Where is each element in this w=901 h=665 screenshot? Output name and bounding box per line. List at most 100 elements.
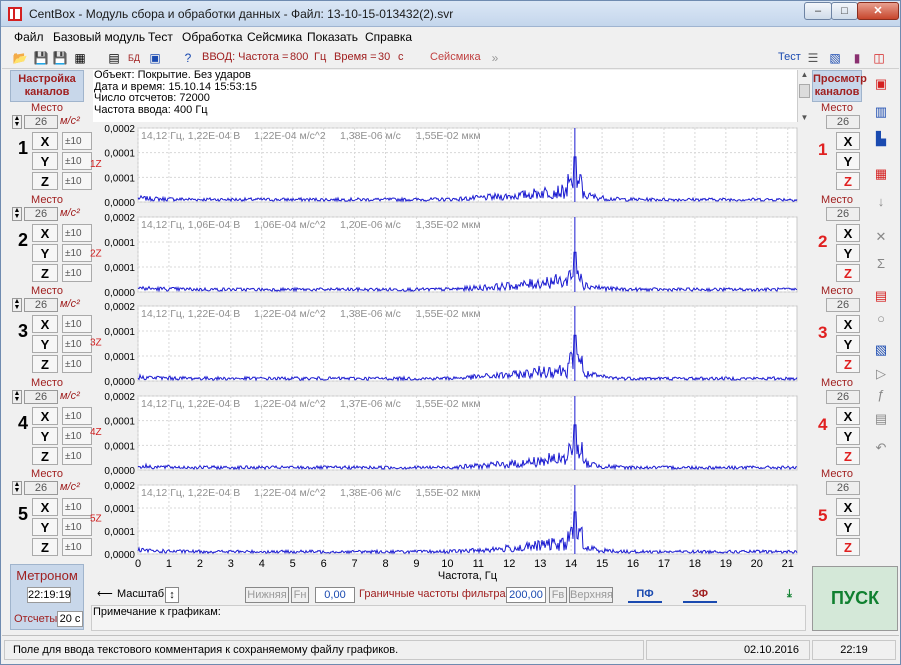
report-icon[interactable]: ▤	[867, 408, 895, 430]
x-tick-label: 20	[751, 558, 763, 570]
cursor-readout: 1,06E-04 м/с^2	[254, 219, 326, 231]
cursor-readout: 1,55E-02 мкм	[416, 398, 481, 410]
spectrum-icon[interactable]: ▥	[867, 101, 895, 123]
cursor-readout: 14,12 Гц, 1,22E-04 В	[141, 130, 240, 142]
view-z-button[interactable]: Z	[836, 538, 860, 556]
series-label: 3Z	[90, 338, 102, 349]
scale-vertical-icon[interactable]: ↕	[165, 587, 179, 603]
view-y-button[interactable]: Y	[836, 427, 860, 445]
channel-view-3: Место 26 3 X Y Z	[812, 285, 862, 375]
y-tick-label: 0,0001	[104, 149, 135, 160]
series-label: 2Z	[90, 249, 102, 260]
x-tick-label: 10	[441, 558, 453, 570]
view-place-value: 26	[826, 207, 860, 221]
lower-freq-field[interactable]: 0,00	[315, 587, 355, 603]
zero-icon[interactable]: ○	[867, 308, 895, 330]
bandstop-filter-button[interactable]: ЗФ	[683, 587, 717, 603]
histogram-icon[interactable]: ▙	[867, 128, 895, 150]
view-channel-number: 4	[818, 415, 828, 434]
view-y-button[interactable]: Y	[836, 518, 860, 536]
download-icon[interactable]: ⤓	[787, 587, 792, 603]
x-tick-label: 9	[413, 558, 419, 570]
fv-button[interactable]: Fв	[549, 587, 567, 603]
x-tick-label: 11	[473, 558, 484, 570]
x-tick-label: 21	[782, 558, 794, 570]
cursor-readout: 1,38E-06 м/с	[340, 130, 401, 142]
sum-icon[interactable]: Σ	[867, 253, 895, 275]
y-tick-label: 0,0000	[104, 466, 135, 477]
play-icon[interactable]: ▷	[867, 363, 895, 385]
x-tick-label: 0	[135, 558, 141, 570]
view-z-button[interactable]: Z	[836, 264, 860, 282]
y-tick-label: 0,0001	[104, 263, 135, 274]
bandpass-filter-button[interactable]: ПФ	[628, 587, 662, 603]
cursor-readout: 1,55E-02 мкм	[416, 130, 481, 142]
x-tick-label: 16	[627, 558, 639, 570]
cross-icon[interactable]: ✕	[867, 226, 895, 248]
upper-freq-field[interactable]: 200,00	[506, 587, 546, 603]
x-tick-label: 13	[534, 558, 546, 570]
y-tick-label: 0,0001	[104, 527, 135, 538]
boundary-label: Граничные частоты фильтра, Гц	[359, 588, 524, 600]
fn-button[interactable]: Fн	[291, 587, 309, 603]
status-text: Поле для ввода текстового комментария к …	[4, 640, 644, 660]
y-tick-label: 0,0002	[104, 124, 135, 135]
start-button[interactable]: ПУСК	[812, 566, 898, 631]
view-place-label: Место	[821, 102, 853, 114]
status-bar: Поле для ввода текстового комментария к …	[2, 635, 899, 663]
auto-scale-icon[interactable]: ▣	[867, 73, 895, 95]
view-z-button[interactable]: Z	[836, 355, 860, 373]
view-x-button[interactable]: X	[836, 407, 860, 425]
lower-button[interactable]: Нижняя	[245, 587, 289, 603]
cursor-readout: 1,22E-04 м/с^2	[254, 398, 326, 410]
filter-bar: ⟵ Масштаб ↕ Нижняя Fн 0,00 Граничные час…	[93, 585, 805, 605]
view-y-button[interactable]: Y	[836, 152, 860, 170]
y-tick-label: 0,0000	[104, 377, 135, 388]
x-tick-label: 4	[259, 558, 265, 570]
y-tick-label: 0,0001	[104, 327, 135, 338]
cursor-readout: 1,35E-02 мкм	[416, 219, 481, 231]
status-time: 22:19	[812, 640, 896, 660]
view-y-button[interactable]: Y	[836, 335, 860, 353]
scale-label: Масштаб	[117, 588, 165, 600]
y-tick-label: 0,0001	[104, 352, 135, 363]
x-tick-label: 2	[197, 558, 203, 570]
formula-icon[interactable]: ƒ	[867, 384, 895, 406]
cursor-readout: 1,20E-06 м/с	[340, 219, 401, 231]
x-tick-label: 12	[503, 558, 515, 570]
channel-view-1: Место 26 1 X Y Z	[812, 102, 862, 192]
y-tick-label: 0,0001	[104, 238, 135, 249]
filter-icon[interactable]: ▤	[867, 285, 895, 307]
scale-arrow-icon: ⟵	[97, 588, 113, 600]
view-y-button[interactable]: Y	[836, 244, 860, 262]
y-tick-label: 0,0001	[104, 173, 135, 184]
x-tick-label: 8	[382, 558, 388, 570]
cursor-readout: 1,55E-02 мкм	[416, 487, 481, 499]
series-label: 1Z	[90, 159, 102, 170]
view-z-button[interactable]: Z	[836, 172, 860, 190]
x-tick-label: 18	[689, 558, 701, 570]
view-z-button[interactable]: Z	[836, 447, 860, 465]
x-tick-label: 5	[290, 558, 296, 570]
x-tick-label: 3	[228, 558, 234, 570]
view-channel-number: 1	[818, 140, 828, 159]
cursor-readout: 14,12 Гц, 1,22E-04 В	[141, 308, 240, 320]
view-x-button[interactable]: X	[836, 224, 860, 242]
counts-field[interactable]: 20 с	[57, 611, 83, 627]
view-place-label: Место	[821, 194, 853, 206]
view-x-button[interactable]: X	[836, 132, 860, 150]
cursor-readout: 1,22E-04 м/с^2	[254, 130, 326, 142]
upper-button[interactable]: Верхняя	[569, 587, 613, 603]
cursor-readout: 1,22E-04 м/с^2	[254, 487, 326, 499]
cursor-icon[interactable]: ↓	[867, 191, 895, 213]
view-place-value: 26	[826, 481, 860, 495]
series-label: 5Z	[90, 514, 102, 525]
view-x-button[interactable]: X	[836, 498, 860, 516]
wave-icon[interactable]: ▧	[867, 339, 895, 361]
y-tick-label: 0,0000	[104, 288, 135, 299]
y-tick-label: 0,0002	[104, 302, 135, 313]
view-place-label: Место	[821, 377, 853, 389]
undo-icon[interactable]: ↶	[867, 437, 895, 459]
grid-icon[interactable]: ▦	[867, 163, 895, 185]
view-x-button[interactable]: X	[836, 315, 860, 333]
